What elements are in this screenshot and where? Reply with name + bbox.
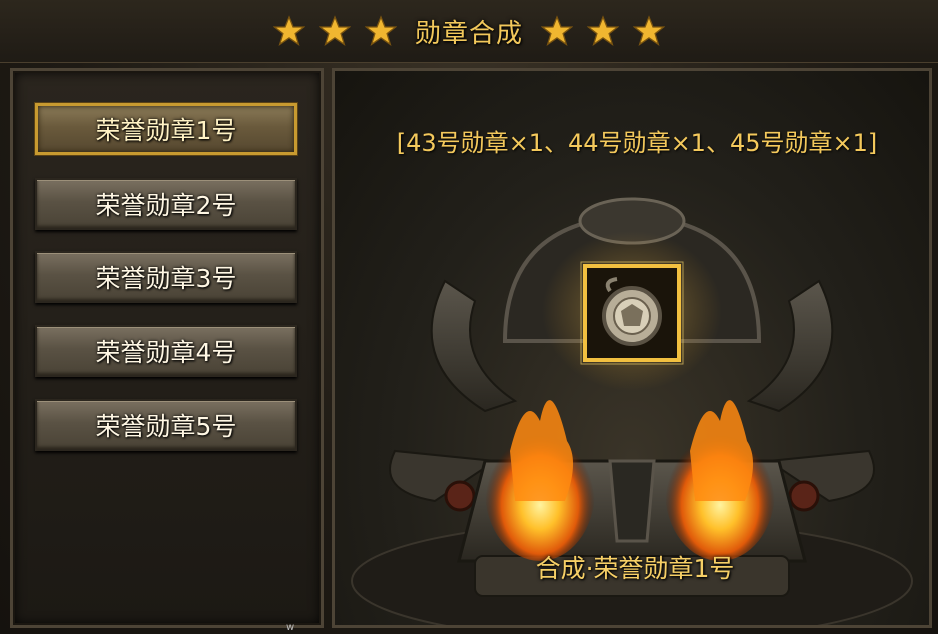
synthesis-panel: [43号勋章×1、44号勋章×1、45号勋章×1] 合成·荣誉勋章1号 bbox=[332, 68, 932, 628]
star-icon bbox=[633, 15, 665, 46]
altar-left-horn bbox=[430, 279, 518, 413]
altar-right-horn bbox=[746, 279, 834, 413]
synthesize-button[interactable]: 合成·荣誉勋章1号 bbox=[520, 549, 750, 585]
medal-button-label: 荣誉勋章5号 bbox=[95, 412, 237, 441]
star-icon bbox=[364, 15, 397, 46]
medal-button-label: 荣誉勋章1号 bbox=[95, 116, 237, 145]
medal-button-label: 荣誉勋章4号 bbox=[95, 338, 237, 367]
star-icon bbox=[272, 15, 305, 46]
medal-synthesis-window: 勋章合成 荣誉勋章1号 荣誉勋章2号 荣誉勋章3号 荣誉勋章4号 荣誉勋章5号 … bbox=[0, 0, 938, 634]
medal-button-5[interactable]: 荣誉勋章5号 bbox=[35, 399, 297, 451]
star-icon bbox=[318, 15, 351, 46]
medal-list-panel: 荣誉勋章1号 荣誉勋章2号 荣誉勋章3号 荣誉勋章4号 荣誉勋章5号 bbox=[10, 68, 324, 628]
recipe-requirements: [43号勋章×1、44号勋章×1、45号勋章×1] bbox=[396, 129, 878, 157]
medal-button-3[interactable]: 荣誉勋章3号 bbox=[35, 251, 297, 303]
left-stars bbox=[272, 15, 397, 47]
right-stars bbox=[541, 15, 665, 47]
star-icon bbox=[541, 15, 573, 46]
medal-button-1[interactable]: 荣誉勋章1号 bbox=[35, 103, 297, 155]
title-bar: 勋章合成 bbox=[0, 0, 938, 63]
corner-mark: w bbox=[286, 622, 295, 633]
result-medal-slot[interactable] bbox=[580, 261, 684, 365]
medal-button-label: 荣誉勋章2号 bbox=[95, 191, 237, 220]
star-icon bbox=[587, 15, 619, 46]
window-title: 勋章合成 bbox=[414, 18, 523, 49]
medal-button-2[interactable]: 荣誉勋章2号 bbox=[35, 178, 297, 230]
medal-button-4[interactable]: 荣誉勋章4号 bbox=[35, 325, 297, 377]
medal-button-label: 荣誉勋章3号 bbox=[95, 264, 237, 293]
